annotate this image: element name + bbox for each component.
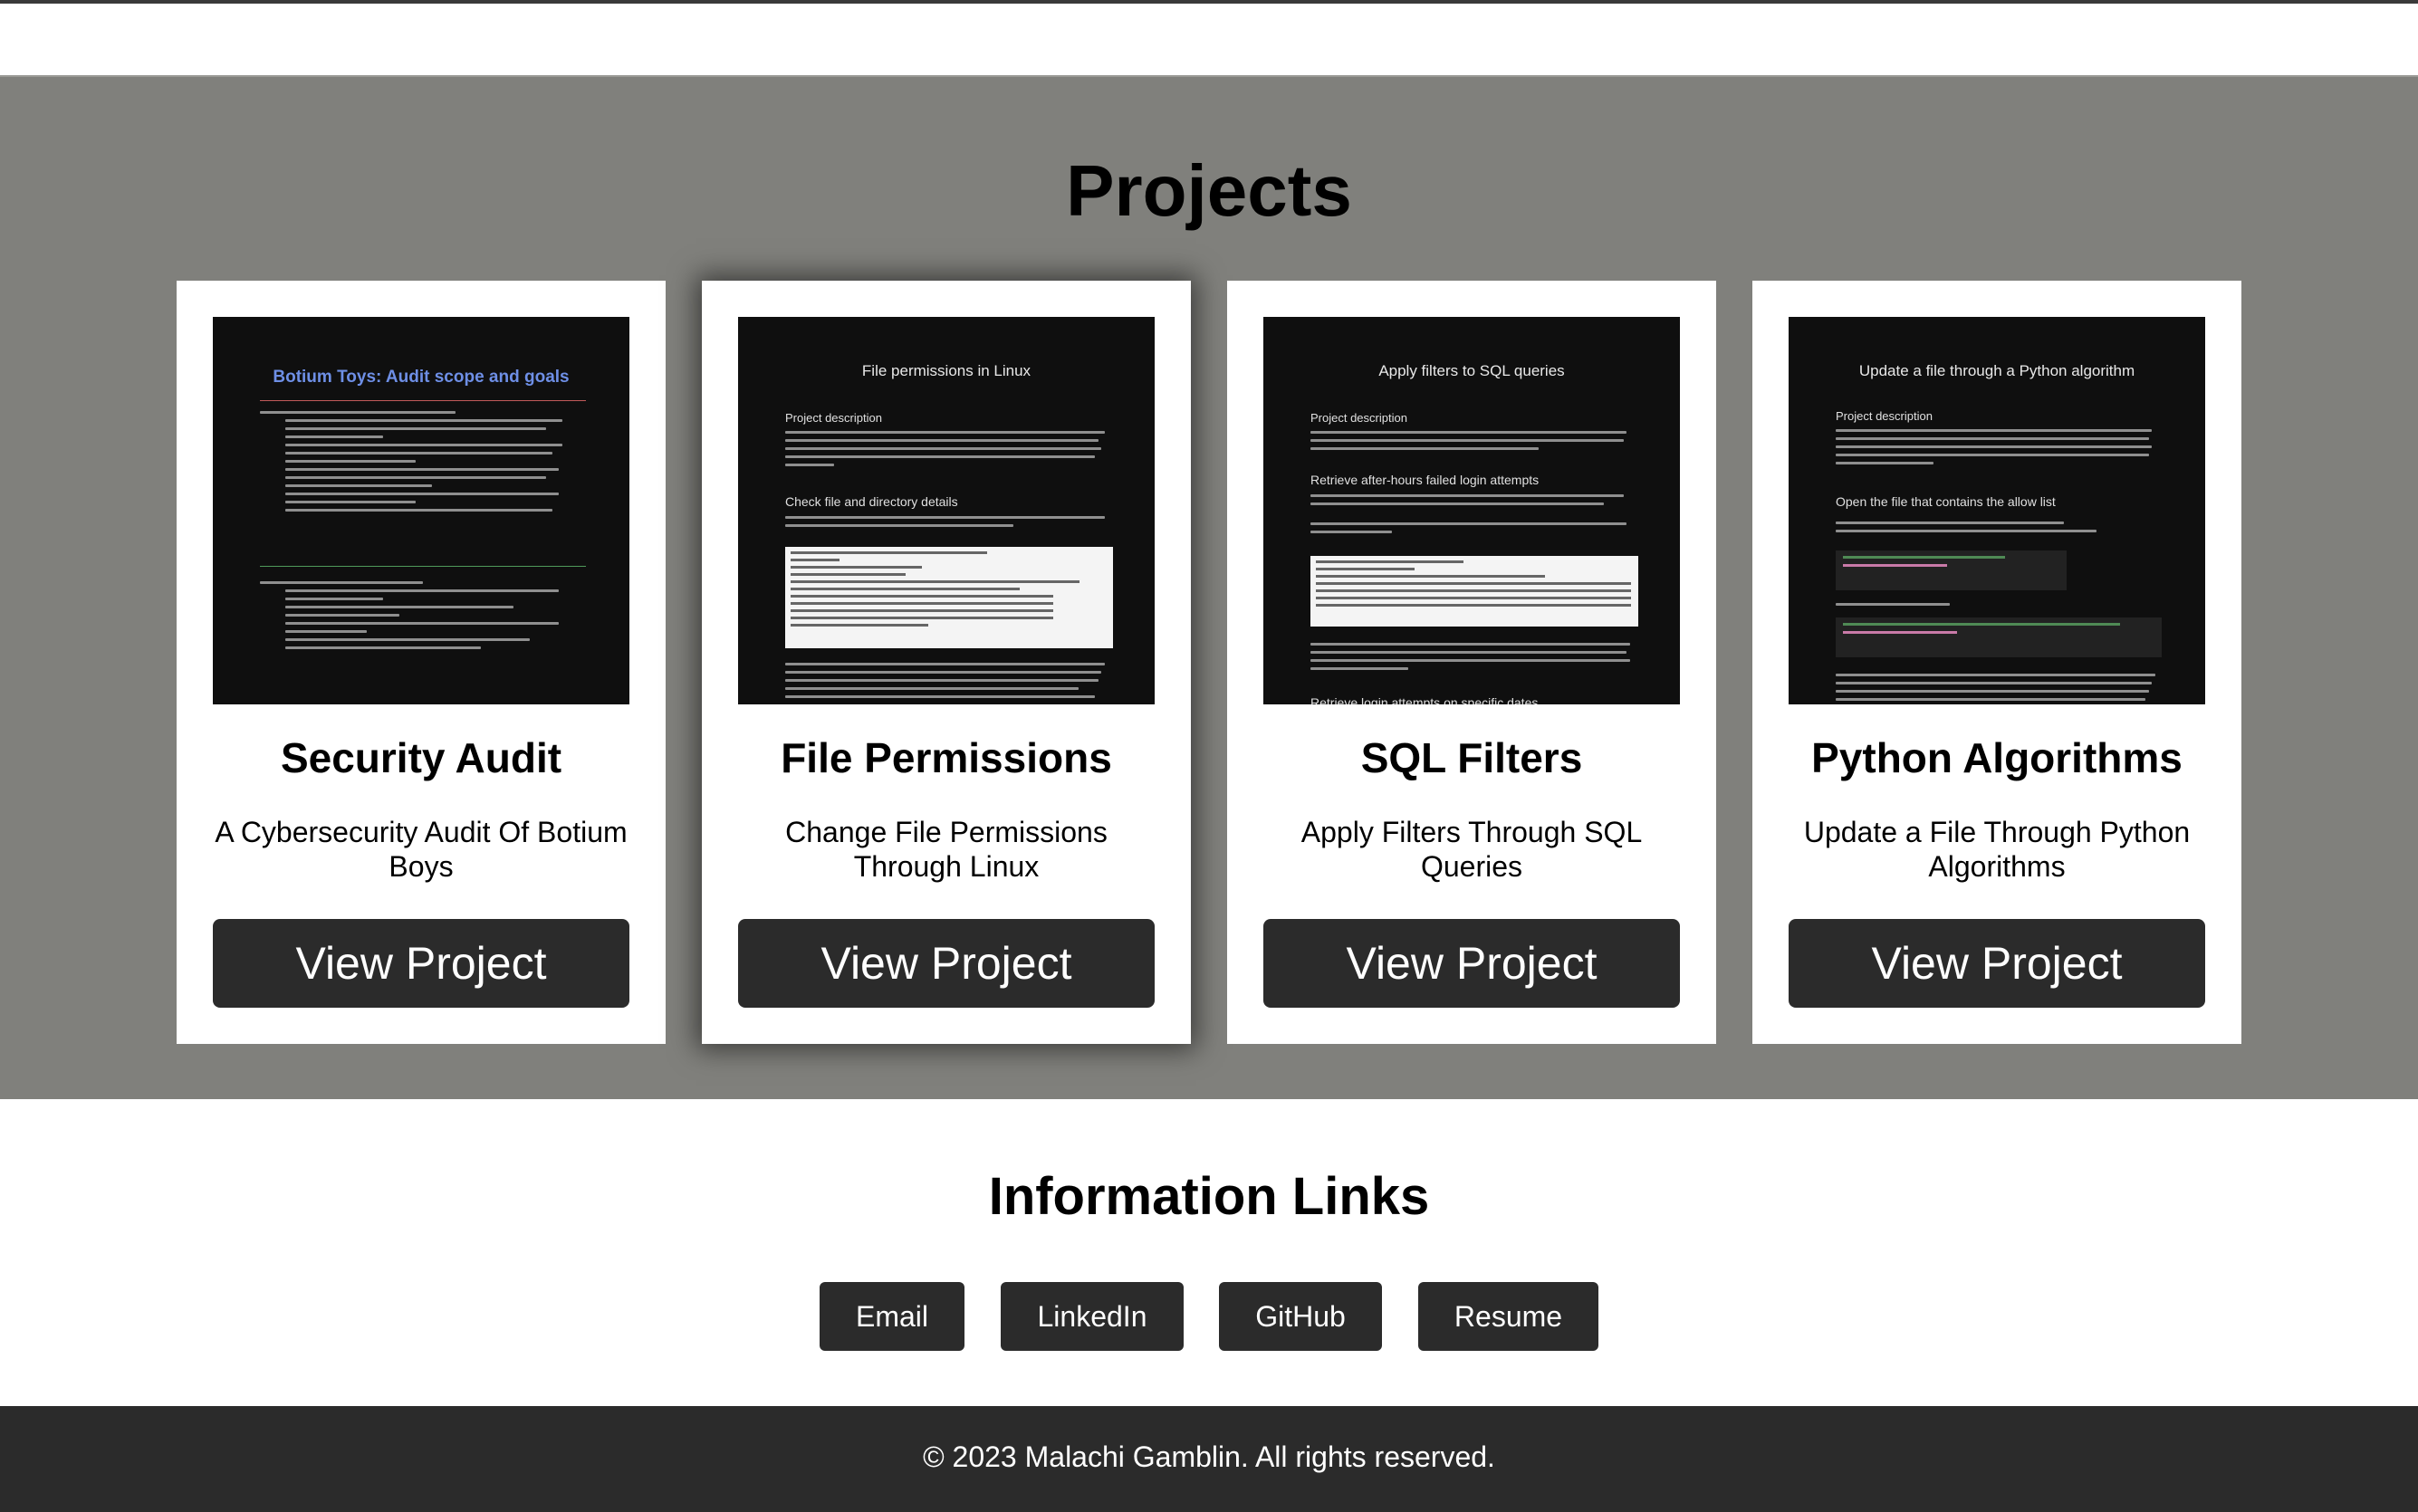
thumbnail-text [1310,431,1636,455]
project-card-sql-filters: Apply filters to SQL queries Project des… [1227,281,1716,1044]
thumbnail-text [785,516,1111,532]
project-thumbnail: Update a file through a Python algorithm… [1789,317,2205,704]
sql-query-output [1310,556,1638,627]
thumbnail-heading: Project description [1836,409,1933,423]
project-thumbnail: Apply filters to SQL queries Project des… [1263,317,1680,704]
project-title: Security Audit [280,734,562,781]
linkedin-link-button[interactable]: LinkedIn [1001,1282,1184,1351]
thumbnail-heading: Retrieve login attempts on specific date… [1310,695,1539,704]
divider [260,566,586,567]
project-card-file-permissions: File permissions in Linux Project descri… [702,281,1191,1044]
copyright-text: © 2023 Malachi Gamblin. All rights reser… [923,1440,1495,1473]
thumbnail-text [1310,494,1636,539]
project-description: Change File Permissions Through Linux [785,816,1108,883]
project-title: File Permissions [781,734,1112,781]
thumbnail-text [785,431,1111,472]
terminal-output [785,547,1113,648]
project-description: Update a File Through Python Algorithms [1803,816,2191,883]
information-links-heading: Information Links [988,1167,1430,1226]
thumbnail-heading: Retrieve after-hours failed login attemp… [1310,473,1540,487]
thumbnail-title: Update a file through a Python algorithm [1858,362,2135,379]
project-title: Python Algorithms [1811,734,2183,781]
project-title: SQL Filters [1360,734,1583,781]
thumbnail-text [1310,643,1636,675]
projects-section: Projects Botium Toys: Audit scope and go… [0,75,2418,1099]
code-snippet [1836,550,2067,590]
footer: © 2023 Malachi Gamblin. All rights reser… [0,1406,2418,1512]
project-thumbnail: File permissions in Linux Project descri… [738,317,1155,704]
code-snippet [1836,617,2162,657]
thumbnail-text [1836,674,2162,704]
divider [260,400,586,401]
thumbnail-text [1836,522,2162,538]
resume-link-button[interactable]: Resume [1418,1282,1598,1351]
view-project-button[interactable]: View Project [213,919,629,1008]
thumbnail-title: File permissions in Linux [861,362,1031,379]
project-thumbnail: Botium Toys: Audit scope and goals [213,317,629,704]
github-link-button[interactable]: GitHub [1219,1282,1382,1351]
project-description: Apply Filters Through SQL Queries [1300,816,1643,883]
thumbnail-text [1836,429,2162,470]
email-link-button[interactable]: Email [820,1282,964,1351]
thumbnail-heading: Project description [1310,411,1407,425]
thumbnail-text [260,581,586,655]
project-card-python-algorithms: Update a file through a Python algorithm… [1752,281,2241,1044]
top-bar [0,0,2418,4]
view-project-button[interactable]: View Project [1263,919,1680,1008]
view-project-button[interactable]: View Project [738,919,1155,1008]
thumbnail-text [1836,603,2162,611]
thumbnail-title: Botium Toys: Audit scope and goals [273,368,570,387]
thumbnail-text [260,411,586,517]
thumbnail-heading: Open the file that contains the allow li… [1836,494,2056,509]
view-project-button[interactable]: View Project [1789,919,2205,1008]
project-description: A Cybersecurity Audit Of Botium Boys [215,816,628,883]
thumbnail-heading: Check file and directory details [785,494,958,509]
thumbnail-text [785,663,1111,703]
projects-heading: Projects [1066,150,1352,231]
thumbnail-title: Apply filters to SQL queries [1378,362,1565,379]
project-card-security-audit: Botium Toys: Audit scope and goals Secur… [177,281,666,1044]
thumbnail-heading: Project description [785,411,882,425]
